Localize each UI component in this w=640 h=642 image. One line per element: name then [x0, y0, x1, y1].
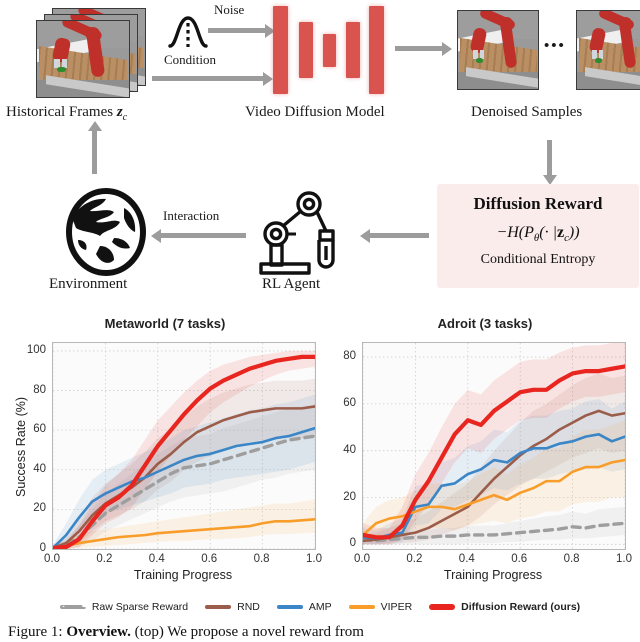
- noise-gaussian-icon: [168, 16, 208, 48]
- legend-item-4: Diffusion Reward (ours): [429, 601, 580, 613]
- eq-minus-h: −H(P: [496, 224, 534, 241]
- eq-close: )): [568, 224, 580, 241]
- interaction-label: Interaction: [163, 208, 220, 223]
- y-tick-1-0: 0: [349, 537, 356, 550]
- noise-arrow: [208, 28, 266, 33]
- y-tick-1-2: 40: [343, 443, 356, 456]
- y-tick-1-1: 20: [343, 490, 356, 503]
- overview-diagram: Historical Frames zc Noise Condition Vid…: [0, 0, 640, 300]
- eq-z: z: [556, 224, 565, 241]
- figure-legend: Raw Sparse Reward RND AMP VIPER Diffusion Re…: [0, 596, 640, 618]
- x-tick-1-1: 0.2: [406, 553, 423, 565]
- x-tick-1-3: 0.6: [511, 553, 528, 565]
- unet-bar-5: [369, 6, 384, 94]
- x-tick-0-1: 0.2: [96, 553, 113, 565]
- legend-item-1: RND: [205, 601, 260, 613]
- reward-to-agent-arrow: [369, 233, 429, 238]
- diffusion-reward-equation: −H(Pθ(· |zc)): [437, 224, 639, 244]
- unet-bar-1: [273, 6, 288, 94]
- x-tick-1-4: 0.8: [563, 553, 580, 565]
- interaction-arrow: [160, 233, 246, 238]
- diffusion-reward-box: Diffusion Reward −H(Pθ(· |zc)) Condition…: [437, 184, 639, 288]
- unet-bar-3: [323, 34, 336, 67]
- y-axis-label-0: Success Rate (%): [14, 396, 28, 497]
- x-tick-1-2: 0.4: [458, 553, 475, 565]
- denoised-sample-2: [576, 10, 640, 90]
- condition-arrow: [152, 76, 264, 81]
- denoised-sample-1: [457, 10, 539, 90]
- plot-area-0: [52, 342, 316, 550]
- eq-mid: (· |: [539, 224, 557, 241]
- legend-item-0: Raw Sparse Reward: [59, 601, 189, 613]
- unet-bar-2: [299, 22, 313, 78]
- denoised-ellipsis: •••: [544, 38, 566, 54]
- figure-root: Historical Frames zc Noise Condition Vid…: [0, 0, 640, 642]
- results-charts: Metaworld (7 tasks) 0 20 40 60 80 100 0.0 0.2 0.4…: [0, 300, 640, 600]
- frame-front: [36, 20, 130, 98]
- caption-prefix: Figure 1:: [8, 624, 63, 640]
- x-tick-0-0: 0.0: [44, 553, 60, 565]
- y-tick-1-3: 60: [343, 396, 356, 409]
- legend-label-3: VIPER: [380, 601, 413, 613]
- video-diffusion-unet: [273, 4, 384, 96]
- plot-svg-0: [53, 343, 315, 549]
- globe-icon: [66, 188, 146, 276]
- legend-swatch-1: [205, 605, 232, 609]
- x-tick-0-5: 1.0: [306, 553, 322, 565]
- chart-title-1: Adroit (3 tasks): [437, 316, 533, 331]
- denoised-samples-label: Denoised Samples: [471, 104, 583, 120]
- x-tick-0-4: 0.8: [253, 553, 270, 565]
- video-diffusion-model-label: Video Diffusion Model: [245, 104, 385, 120]
- y-tick-0-1: 20: [33, 502, 46, 515]
- historical-frames-label: Historical Frames zc: [6, 104, 127, 123]
- unet-bar-4: [346, 22, 360, 78]
- diffusion-reward-title: Diffusion Reward: [473, 194, 603, 213]
- noise-label: Noise: [214, 2, 245, 17]
- historical-frames-subscript: c: [122, 112, 128, 123]
- y-tick-1-4: 80: [343, 350, 356, 363]
- x-axis-label-0: Training Progress: [133, 568, 233, 582]
- x-axis-label-1: Training Progress: [443, 568, 543, 582]
- plot-svg-1: [363, 343, 625, 549]
- y-tick-0-5: 100: [26, 343, 46, 356]
- conditional-entropy-label: Conditional Entropy: [480, 252, 596, 268]
- reward-down-arrow: [547, 140, 552, 176]
- legend-label-0: Raw Sparse Reward: [91, 601, 189, 613]
- x-tick-1-5: 1.0: [616, 553, 632, 565]
- legend-swatch-3: [348, 605, 375, 609]
- legend-swatch-0: [59, 605, 86, 609]
- figure-caption: Figure 1: Overview. (top) We propose a n…: [8, 624, 632, 641]
- y-tick-0-4: 80: [33, 383, 46, 396]
- condition-label: Condition: [164, 52, 217, 67]
- robot-arm-icon: [259, 191, 335, 275]
- plot-area-1: [362, 342, 626, 550]
- y-tick-0-0: 0: [39, 542, 46, 554]
- rl-agent-label: RL Agent: [262, 276, 321, 292]
- env-to-frames-arrow: [92, 130, 97, 174]
- chart-panel-1: Adroit (3 tasks) 0 20 40 60 80 0.0 0.2 0.4 0.6 0.8…: [330, 300, 640, 600]
- caption-text: (top) We propose a novel reward from: [134, 624, 364, 640]
- historical-frames-text: Historical Frames: [6, 104, 114, 120]
- legend-label-2: AMP: [308, 601, 332, 613]
- legend-swatch-2: [276, 605, 303, 609]
- x-tick-1-0: 0.0: [354, 553, 370, 565]
- environment-label: Environment: [49, 276, 128, 292]
- chart-panel-0: Metaworld (7 tasks) 0 20 40 60 80 100 0.0 0.2 0.4…: [0, 300, 330, 600]
- legend-swatch-4: [429, 604, 456, 610]
- chart-title-0: Metaworld (7 tasks): [104, 316, 226, 331]
- x-tick-0-2: 0.4: [148, 553, 165, 565]
- caption-bold-lead: Overview.: [66, 624, 131, 640]
- legend-label-4: Diffusion Reward (ours): [461, 601, 581, 613]
- legend-label-1: RND: [237, 601, 260, 613]
- historical-frames-stack: [36, 8, 148, 98]
- x-tick-0-3: 0.6: [201, 553, 218, 565]
- legend-item-3: VIPER: [348, 601, 413, 613]
- denoise-arrow: [395, 46, 443, 51]
- legend-item-2: AMP: [276, 601, 332, 613]
